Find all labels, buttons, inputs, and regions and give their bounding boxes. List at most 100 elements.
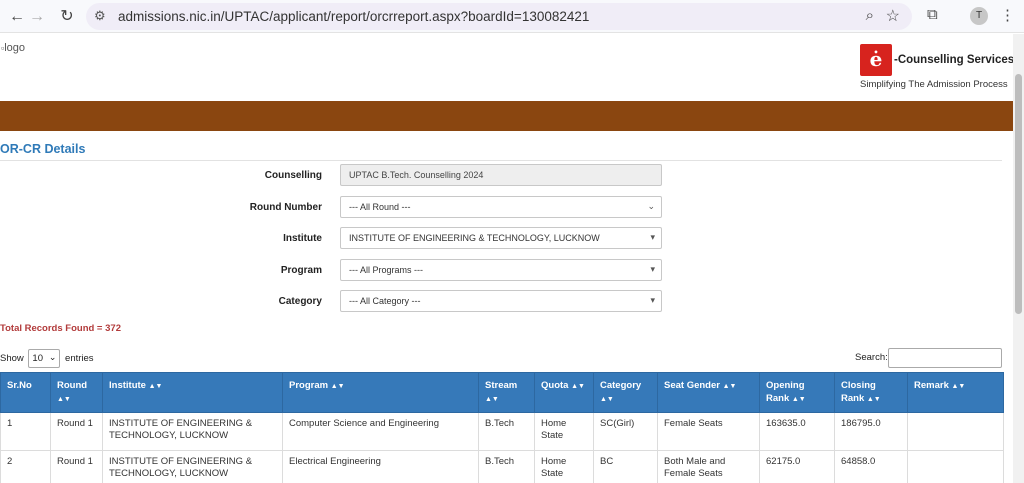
address-bar[interactable]: ⚙ admissions.nic.in/UPTAC/applicant/repo… xyxy=(86,3,912,30)
search-label: Search: xyxy=(855,352,888,363)
program-select[interactable]: --- All Programs --- ▾ xyxy=(340,259,662,281)
site-info-icon[interactable]: ⚙ xyxy=(94,8,106,24)
column-label: Stream xyxy=(485,380,518,391)
forward-arrow-icon[interactable]: → xyxy=(26,6,48,28)
category-value: --- All Category --- xyxy=(349,296,421,306)
entries-control: Show 10 ⌄ entries xyxy=(0,349,94,368)
table-cell: B.Tech xyxy=(478,411,535,451)
sort-arrows-icon[interactable]: ▲▼ xyxy=(792,396,806,403)
browser-menu-icon[interactable]: ⋮ xyxy=(1000,6,1015,24)
round-number-value: --- All Round --- xyxy=(349,202,411,212)
column-header-remark[interactable]: Remark ▲▼ xyxy=(907,372,1004,413)
orcr-table: Sr.No Round ▲▼ Institute ▲▼ Program ▲▼ Strea… xyxy=(0,372,1004,483)
triangle-down-icon: ▾ xyxy=(650,232,655,242)
column-header-opening-rank[interactable]: Opening Rank ▲▼ xyxy=(759,372,835,413)
table-cell: Home State xyxy=(534,449,594,483)
sort-arrows-icon[interactable]: ▲▼ xyxy=(331,383,345,390)
table-cell: Both Male and Female Seats xyxy=(657,449,760,483)
triangle-down-icon: ▾ xyxy=(650,295,655,305)
filter-category: Category --- All Category --- ▾ xyxy=(0,290,1013,314)
brand-title: -Counselling Services xyxy=(894,54,1013,66)
counselling-field: UPTAC B.Tech. Counselling 2024 xyxy=(340,164,662,186)
section-divider xyxy=(0,160,1002,161)
entries-value: 10 xyxy=(32,353,43,364)
column-header-quota[interactable]: Quota ▲▼ xyxy=(534,372,594,413)
filter-round: Round Number --- All Round --- ⌄ xyxy=(0,196,1013,220)
sort-arrows-icon[interactable]: ▲▼ xyxy=(485,396,499,403)
counselling-emblem-icon: ė xyxy=(860,44,892,76)
column-label: Category xyxy=(600,380,642,391)
browser-toolbar: ← → ↻ ⚙ admissions.nic.in/UPTAC/applican… xyxy=(0,0,1024,33)
brand-tagline: Simplifying The Admission Process xyxy=(860,79,1008,90)
column-header-stream[interactable]: Stream ▲▼ xyxy=(478,372,535,413)
column-header-closing-rank[interactable]: Closing Rank ▲▼ xyxy=(834,372,908,413)
profile-avatar[interactable]: T xyxy=(970,7,988,25)
chevron-down-icon: ⌄ xyxy=(647,201,655,211)
sort-arrows-icon[interactable]: ▲▼ xyxy=(57,396,71,403)
institute-label: Institute xyxy=(283,233,322,244)
category-select[interactable]: --- All Category --- ▾ xyxy=(340,290,662,312)
institute-select[interactable]: INSTITUTE OF ENGINEERING & TECHNOLOGY, L… xyxy=(340,227,662,249)
table-cell: B.Tech xyxy=(478,449,535,483)
table-cell: Round 1 xyxy=(50,411,103,451)
table-cell: 1 xyxy=(0,411,51,451)
page-content: ▫logo ė -Counselling Services Simplifyin… xyxy=(0,34,1013,483)
brand-logo: ė -Counselling Services Simplifying The … xyxy=(860,42,1013,92)
sort-arrows-icon[interactable]: ▲▼ xyxy=(571,383,585,390)
back-arrow-icon[interactable]: ← xyxy=(6,6,28,28)
column-header-round[interactable]: Round ▲▼ xyxy=(50,372,103,413)
table-row: 1 Round 1 INSTITUTE OF ENGINEERING & TECHN… xyxy=(0,411,1004,451)
table-cell: 186795.0 xyxy=(834,411,908,451)
column-header-category[interactable]: Category ▲▼ xyxy=(593,372,658,413)
round-number-select[interactable]: --- All Round --- ⌄ xyxy=(340,196,662,218)
sort-arrows-icon[interactable]: ▲▼ xyxy=(952,383,966,390)
reload-icon[interactable]: ↻ xyxy=(56,6,78,28)
column-header-program[interactable]: Program ▲▼ xyxy=(282,372,479,413)
column-header-sr-no: Sr.No xyxy=(0,372,51,413)
column-label: Sr.No xyxy=(7,380,32,391)
logo-alt-text: logo xyxy=(4,42,25,54)
table-cell: INSTITUTE OF ENGINEERING & TECHNOLOGY, L… xyxy=(102,449,283,483)
address-url[interactable]: admissions.nic.in/UPTAC/applicant/report… xyxy=(118,9,589,24)
column-header-institute[interactable]: Institute ▲▼ xyxy=(102,372,283,413)
chevron-down-icon: ⌄ xyxy=(48,352,57,362)
table-cell: Electrical Engineering xyxy=(282,449,479,483)
table-cell: 62175.0 xyxy=(759,449,835,483)
filter-counselling: Counselling UPTAC B.Tech. Counselling 20… xyxy=(0,164,1013,188)
extensions-icon[interactable]: ⧉ xyxy=(927,6,938,23)
zoom-icon[interactable]: ⌕ xyxy=(866,7,874,24)
triangle-down-icon: ▾ xyxy=(650,264,655,274)
counselling-value: UPTAC B.Tech. Counselling 2024 xyxy=(349,170,484,180)
filter-program: Program --- All Programs --- ▾ xyxy=(0,259,1013,283)
table-cell: 64858.0 xyxy=(834,449,908,483)
program-label: Program xyxy=(280,265,322,276)
institute-value: INSTITUTE OF ENGINEERING & TECHNOLOGY, L… xyxy=(349,233,600,243)
sort-arrows-icon[interactable]: ▲▼ xyxy=(867,396,881,403)
header-band xyxy=(0,101,1013,131)
sort-arrows-icon[interactable]: ▲▼ xyxy=(600,396,614,403)
table-cell: Female Seats xyxy=(657,411,760,451)
table-cell xyxy=(907,411,1004,451)
column-header-seat-gender[interactable]: Seat Gender ▲▼ xyxy=(657,372,760,413)
counselling-label: Counselling xyxy=(264,170,322,181)
logo-broken-image: ▫logo xyxy=(1,42,25,54)
show-label: Show xyxy=(0,353,24,365)
column-label: Program xyxy=(289,380,329,391)
sort-arrows-icon[interactable]: ▲▼ xyxy=(149,383,163,390)
scrollbar-thumb[interactable] xyxy=(1015,74,1022,314)
column-label: Quota xyxy=(541,380,569,391)
bookmark-star-icon[interactable]: ☆ xyxy=(886,6,900,26)
page-scrollbar[interactable] xyxy=(1013,34,1024,483)
table-cell xyxy=(907,449,1004,483)
search-input[interactable] xyxy=(888,348,1002,368)
table-cell: 163635.0 xyxy=(759,411,835,451)
table-cell: SC(Girl) xyxy=(593,411,658,451)
column-label: Remark xyxy=(914,380,949,391)
sort-arrows-icon[interactable]: ▲▼ xyxy=(723,383,737,390)
entries-select[interactable]: 10 ⌄ xyxy=(28,349,61,368)
table-cell: Round 1 xyxy=(50,449,103,483)
table-cell: BC xyxy=(593,449,658,483)
column-label: Seat Gender xyxy=(664,380,720,391)
table-cell: 2 xyxy=(0,449,51,483)
section-title: OR-CR Details xyxy=(0,142,86,156)
